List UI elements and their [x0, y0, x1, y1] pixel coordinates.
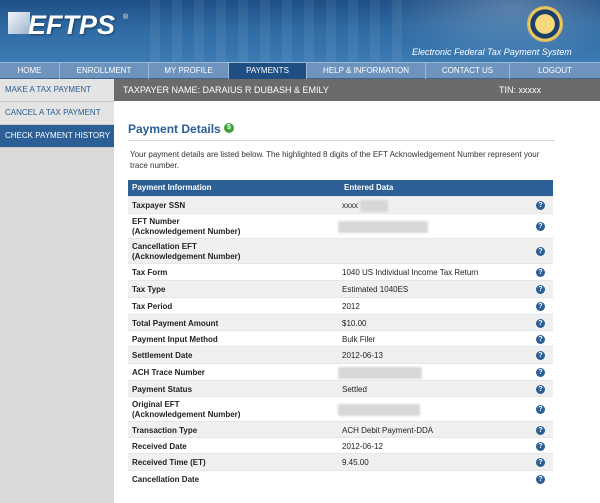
help-icon[interactable]: ?: [536, 335, 545, 344]
row-value: 2012-06-13: [342, 351, 383, 360]
taxpayer-name: TAXPAYER NAME: DARAIUS R DUBASH & EMILY: [123, 85, 329, 95]
help-icon[interactable]: ?: [536, 385, 545, 394]
row-value: Bulk Filer: [342, 335, 376, 344]
row-value: 1040 US Individual Income Tax Return: [342, 268, 479, 277]
row-label: Transaction Type: [132, 426, 198, 435]
payment-details-table: Payment Information Entered Data Taxpaye…: [128, 180, 553, 487]
table-row: ACH Trace Number?: [128, 363, 553, 380]
registered-mark: ®: [123, 14, 129, 21]
table-row: Original EFT (Acknowledgement Number)?: [128, 396, 553, 421]
nav-contact-us[interactable]: CONTACT US: [426, 63, 510, 79]
eftps-logo[interactable]: EFTPS: [28, 10, 115, 41]
sidebar: MAKE A TAX PAYMENT CANCEL A TAX PAYMENT …: [0, 79, 114, 503]
dollar-icon: $: [224, 123, 234, 133]
table-row: Taxpayer SSN xxxx?: [128, 196, 553, 213]
system-name: Electronic Federal Tax Payment System: [412, 47, 572, 57]
row-label: Cancellation Date: [132, 475, 200, 484]
help-icon[interactable]: ?: [536, 222, 545, 231]
nav-help-information[interactable]: HELP & INFORMATION: [307, 63, 426, 79]
help-icon[interactable]: ?: [536, 247, 545, 256]
table-body: Taxpayer SSN xxxx? EFT Number (Acknowledge…: [128, 196, 553, 487]
redacted-value: [360, 200, 388, 212]
sidebar-item-make-payment[interactable]: MAKE A TAX PAYMENT: [0, 79, 114, 102]
row-label: Original EFT (Acknowledgement Number): [132, 400, 241, 419]
row-label: ACH Trace Number: [132, 368, 205, 377]
redacted-value: [338, 367, 422, 379]
help-icon[interactable]: ?: [536, 285, 545, 294]
nav-home[interactable]: HOME: [0, 63, 60, 79]
row-label: Payment Status: [132, 385, 193, 394]
table-row: Received Time (ET) 9.45.00?: [128, 453, 553, 470]
row-label: Received Time (ET): [132, 458, 206, 467]
row-label: Tax Type: [132, 285, 166, 294]
help-icon[interactable]: ?: [536, 351, 545, 360]
table-row: Cancellation Date?: [128, 470, 553, 487]
title-divider: [128, 140, 555, 141]
sidebar-item-cancel-payment[interactable]: CANCEL A TAX PAYMENT: [0, 102, 114, 125]
row-value: ACH Debit Payment-DDA: [342, 426, 434, 435]
sidebar-item-payment-history[interactable]: CHECK PAYMENT HISTORY: [0, 125, 114, 148]
table-row: Total Payment Amount $10.00?: [128, 314, 553, 330]
nav-my-profile[interactable]: MY PROFILE: [149, 63, 229, 79]
nav-enrollment[interactable]: ENROLLMENT: [60, 63, 149, 79]
main-nav: HOME ENROLLMENT MY PROFILE PAYMENTS HELP…: [0, 62, 600, 79]
table-row: Tax Period 2012?: [128, 297, 553, 314]
row-value: $10.00: [342, 319, 367, 328]
help-icon[interactable]: ?: [536, 458, 545, 467]
row-label: Settlement Date: [132, 351, 193, 360]
table-row: Settlement Date 2012-06-13?: [128, 346, 553, 363]
nav-logout[interactable]: LOGOUT: [510, 63, 600, 79]
row-value: Estimated 1040ES: [342, 285, 409, 294]
row-value: Settled: [342, 385, 367, 394]
help-icon[interactable]: ?: [536, 442, 545, 451]
nav-payments[interactable]: PAYMENTS: [229, 63, 307, 79]
help-icon[interactable]: ?: [536, 426, 545, 435]
row-value: xxxx: [342, 201, 358, 210]
help-icon[interactable]: ?: [536, 405, 545, 414]
table-row: Payment Status Settled?: [128, 380, 553, 396]
help-icon[interactable]: ?: [536, 201, 545, 210]
table-row: Received Date 2012-06-12?: [128, 437, 553, 453]
table-row: Tax Type Estimated 1040ES?: [128, 280, 553, 297]
taxpayer-tin: TIN: xxxxx: [499, 85, 541, 95]
help-icon[interactable]: ?: [536, 319, 545, 328]
row-label: Received Date: [132, 442, 187, 451]
row-value: 2012-06-12: [342, 442, 383, 451]
column-header-entered-data: Entered Data: [344, 183, 394, 192]
table-row: Cancellation EFT (Acknowledgement Number…: [128, 238, 553, 263]
help-icon[interactable]: ?: [536, 302, 545, 311]
row-label: Taxpayer SSN: [132, 201, 186, 210]
page-title: Payment Details: [128, 122, 221, 136]
table-header: Payment Information Entered Data: [128, 180, 553, 196]
row-label: Payment Input Method: [132, 335, 218, 344]
intro-text: Your payment details are listed below. T…: [130, 150, 540, 170]
redacted-value: [338, 221, 428, 233]
table-row: EFT Number (Acknowledgement Number)?: [128, 213, 553, 238]
help-icon[interactable]: ?: [536, 368, 545, 377]
row-label: EFT Number (Acknowledgement Number): [132, 217, 241, 236]
help-icon[interactable]: ?: [536, 475, 545, 484]
header-background: [150, 0, 410, 62]
row-label: Tax Form: [132, 268, 168, 277]
logo-flag-icon: [8, 12, 30, 34]
site-header: EFTPS ® Electronic Federal Tax Payment S…: [0, 0, 600, 62]
row-value: 9.45.00: [342, 458, 369, 467]
table-row: Payment Input Method Bulk Filer?: [128, 330, 553, 346]
row-label: Cancellation EFT (Acknowledgement Number…: [132, 242, 241, 261]
taxpayer-bar: TAXPAYER NAME: DARAIUS R DUBASH & EMILY …: [114, 79, 600, 101]
row-label: Tax Period: [132, 302, 173, 311]
column-header-payment-information: Payment Information: [132, 183, 212, 192]
help-icon[interactable]: ?: [536, 268, 545, 277]
table-row: Tax Form 1040 US Individual Income Tax Re…: [128, 263, 553, 280]
row-label: Total Payment Amount: [132, 319, 219, 328]
table-row: Transaction Type ACH Debit Payment-DDA?: [128, 421, 553, 437]
row-value: 2012: [342, 302, 360, 311]
redacted-value: [338, 404, 420, 416]
treasury-seal-icon: [527, 6, 563, 42]
